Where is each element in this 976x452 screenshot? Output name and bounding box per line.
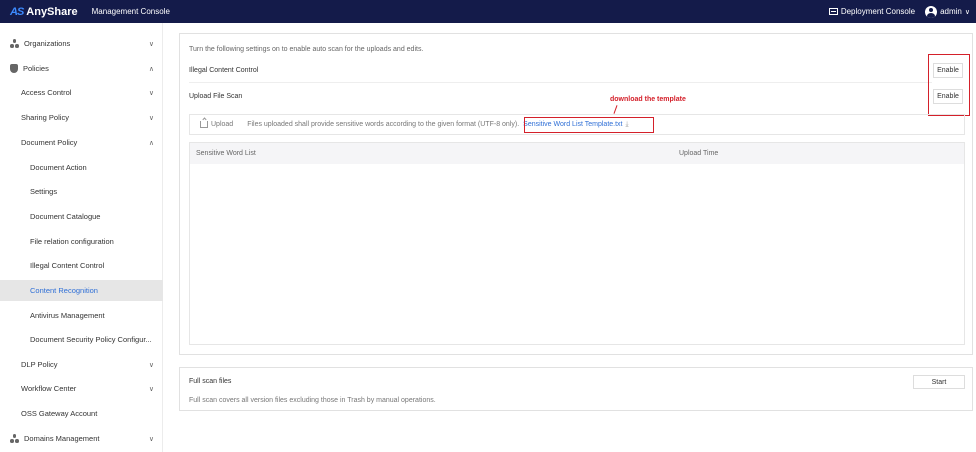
sidebar-item-label: Settings [30,187,58,196]
logo[interactable]: AS AnyShare [10,6,78,18]
sidebar-item-label: Illegal Content Control [30,261,105,270]
sidebar-item-document-action[interactable]: Document Action [0,157,163,178]
sidebar-item-label: Domains Management [24,434,100,443]
sidebar-item-content-recognition[interactable]: Content Recognition [0,280,163,301]
logo-mark: AS [10,5,24,18]
sidebar-item-illegal-content[interactable]: Illegal Content Control [0,255,163,276]
chevron-down-icon: ∨ [148,40,154,48]
upload-description: Files uploaded shall provide sensitive w… [247,121,520,128]
full-scan-panel: Full scan files Full scan covers all ver… [179,367,973,411]
sidebar-item-label: Document Action [30,163,87,172]
deployment-label: Deployment Console [840,7,916,16]
sidebar-item-dlp-policy[interactable]: DLP Policy ∨ [0,354,163,375]
sidebar-item-label: OSS Gateway Account [21,409,98,418]
start-button[interactable]: Start [913,375,965,389]
sidebar-item-document-security[interactable]: Document Security Policy Configur... [0,329,163,350]
top-bar: AS AnyShare Management Console Deploymen… [0,0,976,23]
sidebar-item-settings[interactable]: Settings [0,181,163,202]
sidebar-item-workflow-center[interactable]: Workflow Center ∨ [0,378,163,399]
shield-icon [10,64,18,73]
highlight-box [524,117,654,133]
upload-button[interactable]: Upload [200,121,233,128]
column-header: Upload Time [679,150,719,157]
sidebar-item-label: Workflow Center [21,384,77,393]
chevron-down-icon: ∨ [148,435,154,443]
sidebar-item-antivirus[interactable]: Antivirus Management [0,305,163,326]
divider [189,82,932,83]
upload-icon [200,121,208,128]
sidebar-item-document-policy[interactable]: Document Policy ∧ [0,132,163,153]
sidebar-item-label: Access Control [21,88,72,97]
sidebar-item-policies[interactable]: Policies ∧ [0,58,163,79]
table-header: Sensitive Word List Upload Time [190,143,964,164]
column-header: Sensitive Word List [196,150,256,157]
sidebar-item-label: Organizations [24,39,71,48]
auto-scan-panel: Turn the following settings on to enable… [179,33,973,355]
highlight-box [928,54,970,116]
sidebar-item-label: Document Policy [21,138,78,147]
deployment-console-link[interactable]: Deployment Console [828,7,916,16]
chevron-down-icon: ∨ [964,8,970,16]
sidebar-item-label: Policies [23,64,49,73]
sidebar-item-oss-gateway[interactable]: OSS Gateway Account [0,403,163,424]
illegal-content-label: Illegal Content Control [189,67,259,74]
sidebar-item-label: Sharing Policy [21,113,69,122]
sidebar: Organizations ∨ Policies ∧ Access Contro… [0,23,163,452]
sidebar-item-label: DLP Policy [21,360,58,369]
sidebar-item-sharing-policy[interactable]: Sharing Policy ∨ [0,107,163,128]
sidebar-item-label: File relation configuration [30,237,114,246]
sensitive-word-table: Sensitive Word List Upload Time [189,142,965,345]
sidebar-item-access-control[interactable]: Access Control ∨ [0,82,163,103]
full-scan-description: Full scan covers all version files exclu… [189,397,436,404]
sidebar-item-domains[interactable]: Domains Management ∨ [0,428,163,449]
console-title: Management Console [91,7,170,16]
app-name: AnyShare [26,5,78,18]
sidebar-item-label: Document Catalogue [30,212,101,221]
user-menu[interactable]: admin ∨ [925,5,970,18]
sidebar-item-organizations[interactable]: Organizations ∨ [0,33,163,54]
avatar-icon [925,5,938,18]
chevron-down-icon: ∨ [148,89,154,97]
annotation-label: download the template [610,96,686,103]
chevron-down-icon: ∨ [148,114,154,122]
domain-icon [10,434,19,443]
full-scan-title: Full scan files [189,378,232,385]
user-name: admin [940,7,962,16]
sidebar-item-label: Document Security Policy Configur... [30,335,152,344]
upload-file-scan-label: Upload File Scan [189,93,243,100]
chevron-down-icon: ∨ [148,361,154,369]
sidebar-item-label: Content Recognition [30,286,98,295]
annotation-arrow [613,105,618,114]
auto-scan-hint: Turn the following settings on to enable… [189,46,424,53]
deployment-icon [828,8,838,15]
chevron-up-icon: ∧ [148,139,154,147]
sidebar-item-file-relation[interactable]: File relation configuration [0,231,163,252]
upload-button-label: Upload [211,121,234,128]
chevron-down-icon: ∨ [148,385,154,393]
sidebar-item-document-catalogue[interactable]: Document Catalogue [0,206,163,227]
chevron-up-icon: ∧ [148,65,154,73]
organization-icon [10,39,19,48]
sidebar-item-label: Antivirus Management [30,311,105,320]
